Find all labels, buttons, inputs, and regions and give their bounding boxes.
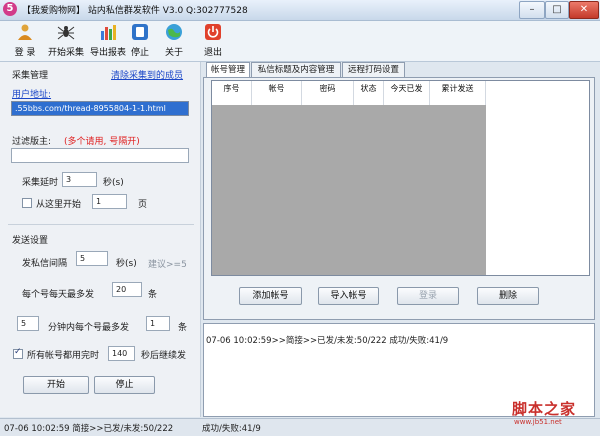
collect-delay-label: 采集延时 xyxy=(22,178,59,188)
filter-hint: (多个请用, 号隔开) xyxy=(64,137,140,147)
spider-icon xyxy=(57,26,75,40)
watermark-logo: 脚本之家 xyxy=(512,400,577,418)
log-line: 07-06 10:02:59>>简接>>已发/未发:50/222 成功/失败:4… xyxy=(206,336,449,346)
url-label: 用户地址: xyxy=(12,90,52,100)
column-header-status[interactable]: 状态 xyxy=(354,81,384,105)
send-interval-hint: 建议>=5 xyxy=(148,260,187,270)
collect-delay-unit: 秒(s) xyxy=(103,178,124,188)
app-icon: 5 xyxy=(3,2,17,16)
login-account-button[interactable]: 登录 xyxy=(397,287,459,305)
collect-section-title: 采集管理 xyxy=(12,71,49,81)
watermark-url: www.jb51.net xyxy=(514,418,562,426)
login-button[interactable]: 登 录 xyxy=(6,23,44,59)
export-report-label: 导出报表 xyxy=(89,48,126,58)
window-title: 【我爱购物网】 站内私信群发软件 V3.0 Q:302777528 xyxy=(22,6,248,16)
exit-button[interactable]: 退出 xyxy=(200,23,226,59)
section-divider xyxy=(8,224,194,225)
login-label: 登 录 xyxy=(14,48,36,58)
start-page-input[interactable]: 1 xyxy=(92,194,127,209)
page-unit: 页 xyxy=(138,200,148,210)
send-interval-input[interactable]: 5 xyxy=(76,251,108,266)
daily-limit-unit: 条 xyxy=(148,290,158,300)
delete-account-button[interactable]: 删除 xyxy=(477,287,539,305)
maximize-button[interactable]: □ xyxy=(545,1,569,19)
bar-chart-icon xyxy=(101,25,116,40)
account-list-body[interactable] xyxy=(212,105,486,275)
add-account-button[interactable]: 添加帐号 xyxy=(239,287,302,305)
start-collect-label: 开始采集 xyxy=(47,48,84,58)
continue-checkbox[interactable] xyxy=(13,347,23,359)
power-icon xyxy=(205,24,221,40)
start-button[interactable]: 开始 xyxy=(23,376,89,394)
status-result-text: 成功/失败:41/9 xyxy=(202,424,261,434)
about-label: 关于 xyxy=(164,48,183,58)
about-button[interactable]: 关于 xyxy=(160,23,188,59)
column-header-password[interactable]: 密码 xyxy=(302,81,354,105)
per-minutes-count-input[interactable]: 1 xyxy=(146,316,170,331)
stop-toolbar-button[interactable]: 停止 xyxy=(128,23,152,59)
column-header-account[interactable]: 帐号 xyxy=(252,81,302,105)
exit-label: 退出 xyxy=(203,48,222,58)
stop-icon xyxy=(132,24,148,40)
per-minutes-label: 分钟内每个号最多发 xyxy=(48,323,130,333)
stop-button[interactable]: 停止 xyxy=(94,376,155,394)
tab-remote-captcha[interactable]: 远程打码设置 xyxy=(342,62,405,77)
column-header-total-sent[interactable]: 累计发送 xyxy=(430,81,486,105)
tab-message-content[interactable]: 私信标题及内容管理 xyxy=(251,62,341,77)
start-here-checkbox[interactable] xyxy=(22,198,32,208)
close-button[interactable]: ✕ xyxy=(569,1,599,19)
daily-limit-label: 每个号每天最多发 xyxy=(22,290,95,300)
send-interval-unit: 秒(s) xyxy=(116,259,137,269)
filter-moderator-input[interactable] xyxy=(11,148,189,163)
per-minutes-unit: 条 xyxy=(178,323,188,333)
daily-limit-input[interactable]: 20 xyxy=(112,282,142,297)
start-here-label: 从这里开始 xyxy=(36,200,82,210)
start-collect-button[interactable]: 开始采集 xyxy=(44,23,88,59)
continue-seconds-input[interactable]: 140 xyxy=(108,346,135,361)
user-login-icon xyxy=(18,24,32,40)
send-section-title: 发送设置 xyxy=(12,236,49,246)
collect-delay-input[interactable]: 3 xyxy=(62,172,97,187)
column-header-index[interactable]: 序号 xyxy=(212,81,252,105)
stop-toolbar-label: 停止 xyxy=(130,48,149,58)
per-minutes-input[interactable]: 5 xyxy=(17,316,39,331)
filter-moderator-label: 过滤版主: xyxy=(12,137,52,147)
continue-suffix: 秒后继续发 xyxy=(141,351,187,361)
globe-icon xyxy=(166,24,182,40)
send-interval-label: 发私信间隔 xyxy=(22,259,68,269)
tab-account-management[interactable]: 帐号管理 xyxy=(206,62,250,78)
export-report-button[interactable]: 导出报表 xyxy=(88,23,128,59)
minimize-button[interactable]: – xyxy=(519,1,545,19)
column-header-sent-today[interactable]: 今天已发 xyxy=(384,81,430,105)
import-account-button[interactable]: 导入帐号 xyxy=(318,287,379,305)
clear-collected-link[interactable]: 清除采集到的成员 xyxy=(111,68,183,81)
url-input[interactable]: .55bbs.com/thread-8955804-1-1.html xyxy=(11,101,189,116)
continue-label: 所有帐号都用完时 xyxy=(27,351,100,361)
status-time-text: 07-06 10:02:59 简接>>已发/未发:50/222 xyxy=(4,424,174,434)
